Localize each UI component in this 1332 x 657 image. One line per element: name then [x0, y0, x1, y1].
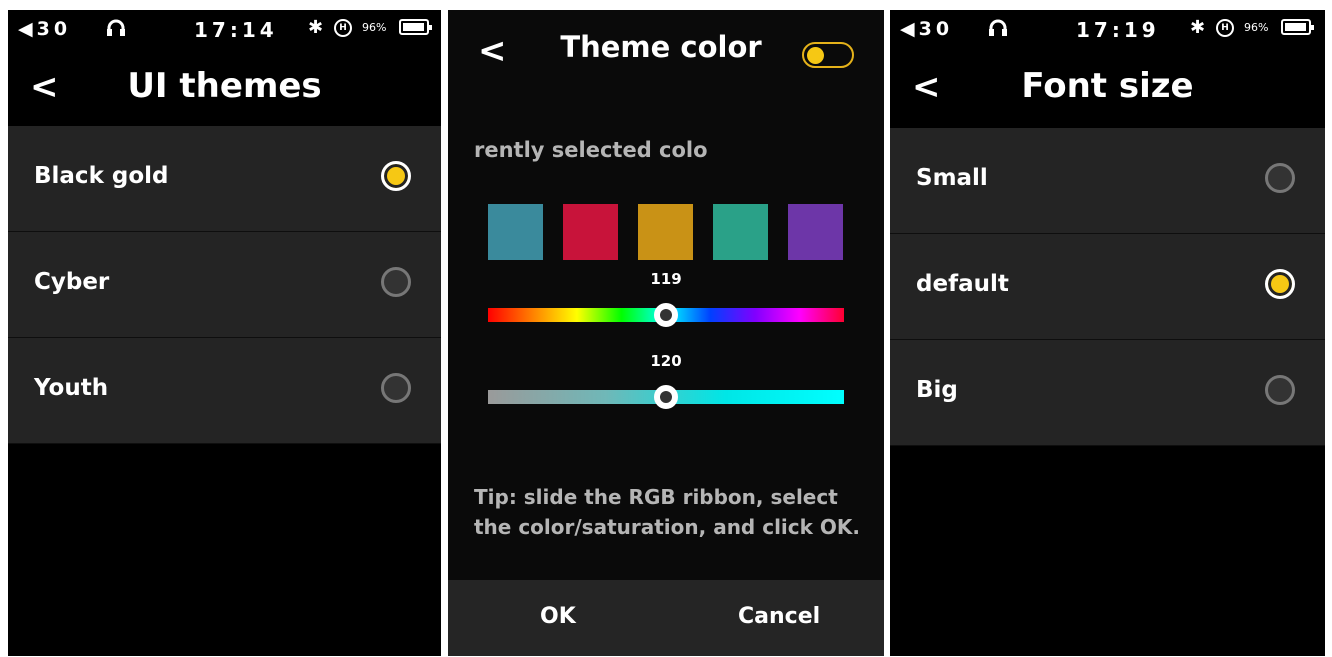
list-item-label: default — [916, 271, 1009, 297]
volume-level: 30 — [36, 18, 72, 40]
cancel-button[interactable]: Cancel — [738, 604, 820, 629]
list-item-label: Big — [916, 377, 958, 403]
saturation-slider[interactable] — [488, 385, 844, 409]
hold-icon: H — [334, 19, 352, 37]
ok-button[interactable]: OK — [540, 604, 576, 629]
tip-text: Tip: slide the RGB ribbon, select the co… — [474, 485, 860, 539]
color-swatch[interactable] — [788, 204, 843, 260]
battery-percent: 96% — [1244, 21, 1269, 34]
font-size-list: Small default Big — [890, 128, 1325, 446]
bluetooth-icon: ✱ — [308, 17, 324, 38]
page-title: Font size — [1021, 66, 1194, 106]
hold-icon: H — [1216, 19, 1234, 37]
dialog-footer: OK Cancel — [448, 580, 884, 656]
toggle-knob — [807, 47, 824, 64]
volume-indicator: ◀30 — [900, 18, 954, 40]
color-swatch[interactable] — [638, 204, 693, 260]
radio-button[interactable] — [381, 373, 411, 403]
radio-button[interactable] — [1265, 163, 1295, 193]
battery-icon — [399, 19, 432, 35]
current-color-label: rently selected colo — [474, 138, 708, 162]
theme-color-screen: < Theme color rently selected colo 119 1… — [448, 10, 884, 656]
hue-value: 119 — [650, 270, 682, 288]
list-item-cyber[interactable]: Cyber — [8, 232, 441, 338]
list-item-big[interactable]: Big — [890, 340, 1325, 446]
radio-button[interactable] — [1265, 269, 1295, 299]
radio-button[interactable] — [381, 161, 411, 191]
header: < Theme color — [448, 10, 884, 90]
list-item-youth[interactable]: Youth — [8, 338, 441, 444]
volume-level: 30 — [918, 18, 954, 40]
headphones-icon — [107, 19, 125, 36]
list-item-label: Black gold — [34, 163, 169, 189]
list-item-small[interactable]: Small — [890, 128, 1325, 234]
list-item-label: Cyber — [34, 269, 110, 295]
color-swatch[interactable] — [713, 204, 768, 260]
list-item-label: Small — [916, 165, 988, 191]
ui-themes-screen: ◀30 17:14 ✱ H 96% < UI themes Black gold… — [8, 10, 441, 656]
saturation-value: 120 — [650, 352, 682, 370]
clock: 17:14 — [194, 18, 278, 42]
theme-list: Black gold Cyber Youth — [8, 126, 441, 444]
color-swatches — [488, 204, 844, 260]
font-size-screen: ◀30 17:19 ✱ H 96% < Font size Small defa… — [890, 10, 1325, 656]
radio-button[interactable] — [381, 267, 411, 297]
theme-color-toggle[interactable] — [802, 42, 854, 68]
headphones-icon — [989, 19, 1007, 36]
battery-percent: 96% — [362, 21, 387, 34]
bluetooth-icon: ✱ — [1190, 17, 1206, 38]
color-swatch[interactable] — [488, 204, 543, 260]
hue-slider[interactable] — [488, 303, 844, 327]
volume-indicator: ◀30 — [18, 18, 72, 40]
list-item-default[interactable]: default — [890, 234, 1325, 340]
page-title: UI themes — [127, 66, 322, 106]
clock: 17:19 — [1076, 18, 1160, 42]
list-item-label: Youth — [34, 375, 109, 401]
radio-button[interactable] — [1265, 375, 1295, 405]
status-bar: ◀30 17:14 ✱ H 96% — [8, 10, 441, 50]
header: < Font size — [890, 50, 1325, 128]
status-bar: ◀30 17:19 ✱ H 96% — [890, 10, 1325, 50]
list-item-black-gold[interactable]: Black gold — [8, 126, 441, 232]
hue-slider-thumb[interactable] — [654, 303, 678, 327]
saturation-slider-thumb[interactable] — [654, 385, 678, 409]
header: < UI themes — [8, 50, 441, 126]
battery-icon — [1281, 19, 1314, 35]
color-swatch[interactable] — [563, 204, 618, 260]
